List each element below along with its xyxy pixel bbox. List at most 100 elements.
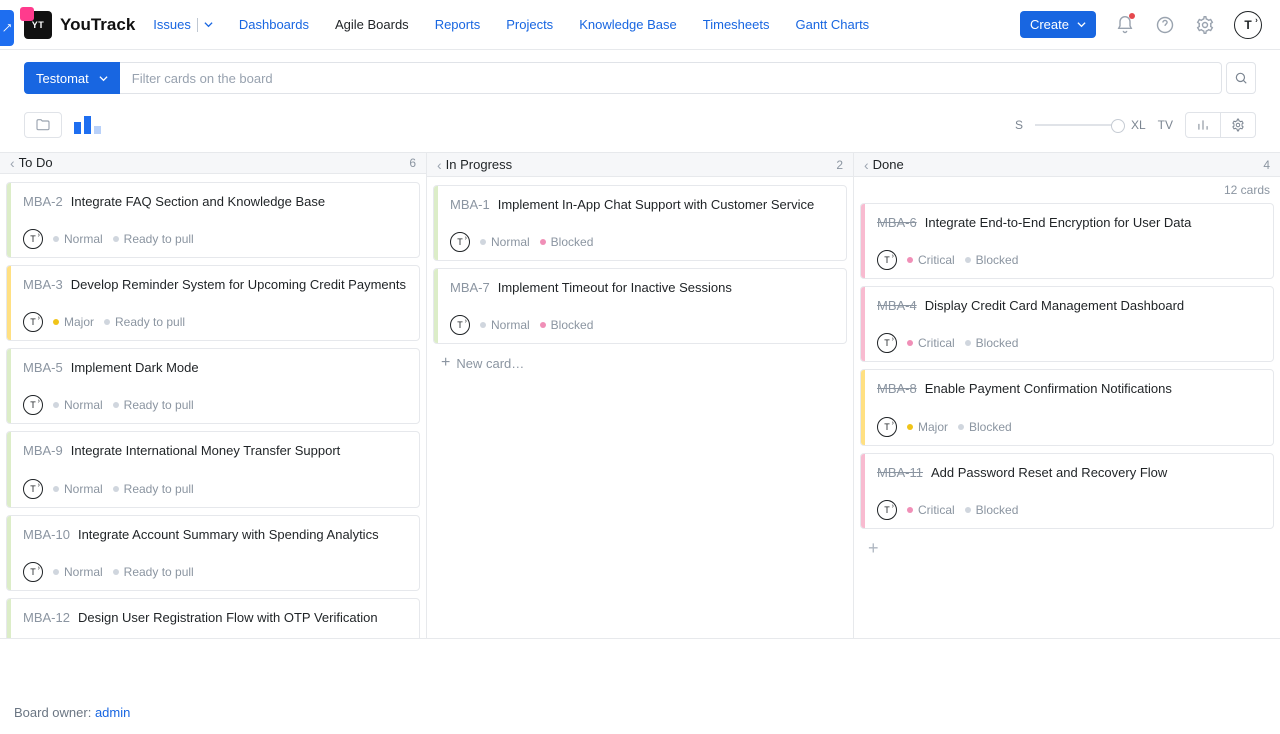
assignee-avatar[interactable]: T (23, 229, 43, 249)
card-id[interactable]: MBA-12 (23, 609, 70, 627)
nav-issues[interactable]: Issues (153, 17, 213, 32)
priority-dot (53, 236, 59, 242)
status-tag[interactable]: Blocked (965, 253, 1019, 267)
bar-chart-icon (1196, 118, 1210, 132)
assignee-avatar[interactable]: T (450, 315, 470, 335)
card[interactable]: MBA-8 Enable Payment Confirmation Notifi… (860, 369, 1274, 445)
size-xl[interactable]: XL (1131, 118, 1146, 132)
user-avatar[interactable]: T (1234, 11, 1262, 39)
filter-input[interactable] (120, 63, 1221, 93)
logo[interactable]: YT YouTrack (24, 11, 135, 39)
card[interactable]: MBA-2 Integrate FAQ Section and Knowledg… (6, 182, 420, 258)
backlog-button[interactable] (24, 112, 62, 138)
status-tag[interactable]: Blocked (958, 420, 1012, 434)
card[interactable]: MBA-6 Integrate End-to-End Encryption fo… (860, 203, 1274, 279)
card[interactable]: MBA-1 Implement In-App Chat Support with… (433, 185, 847, 261)
card[interactable]: MBA-12 Design User Registration Flow wit… (6, 598, 420, 638)
assignee-avatar[interactable]: T (877, 417, 897, 437)
card-id[interactable]: MBA-6 (877, 214, 917, 232)
column-header[interactable]: ‹ To Do 6 (0, 153, 426, 174)
size-s[interactable]: S (1015, 118, 1023, 132)
priority-tag[interactable]: Major (53, 315, 94, 329)
status-tag[interactable]: Blocked (965, 336, 1019, 350)
assignee-avatar[interactable]: T (877, 333, 897, 353)
board-settings-button[interactable] (1220, 113, 1255, 137)
nav-dashboards[interactable]: Dashboards (239, 17, 309, 32)
status-tag[interactable]: Blocked (965, 503, 1019, 517)
priority-tag[interactable]: Critical (907, 336, 955, 350)
column-header[interactable]: ‹ Done 4 (854, 153, 1280, 177)
card[interactable]: MBA-3 Develop Reminder System for Upcomi… (6, 265, 420, 341)
card[interactable]: MBA-10 Integrate Account Summary with Sp… (6, 515, 420, 591)
priority-tag[interactable]: Normal (53, 232, 103, 246)
assignee-avatar[interactable]: T (23, 395, 43, 415)
status-dot (958, 424, 964, 430)
card[interactable]: MBA-4 Display Credit Card Management Das… (860, 286, 1274, 362)
nav-reports[interactable]: Reports (435, 17, 481, 32)
card-id[interactable]: MBA-4 (877, 297, 917, 315)
status-tag[interactable]: Ready to pull (104, 315, 185, 329)
help-icon[interactable] (1154, 14, 1176, 36)
priority-tag[interactable]: Normal (53, 565, 103, 579)
status-dot (540, 322, 546, 328)
assignee-avatar[interactable]: T (450, 232, 470, 252)
status-tag[interactable]: Ready to pull (113, 232, 194, 246)
nav-knowledge-base[interactable]: Knowledge Base (579, 17, 677, 32)
assignee-avatar[interactable]: T (877, 250, 897, 270)
board-owner-link[interactable]: admin (95, 705, 130, 720)
card-title: Implement Timeout for Inactive Sessions (498, 279, 732, 297)
card-id[interactable]: MBA-10 (23, 526, 70, 544)
card-id[interactable]: MBA-5 (23, 359, 63, 377)
card-id[interactable]: MBA-3 (23, 276, 63, 294)
card[interactable]: MBA-7 Implement Timeout for Inactive Ses… (433, 268, 847, 344)
priority-tag[interactable]: Normal (53, 398, 103, 412)
status-tag[interactable]: Ready to pull (113, 482, 194, 496)
search-button[interactable] (1226, 62, 1256, 94)
card[interactable]: MBA-9 Integrate International Money Tran… (6, 431, 420, 507)
card[interactable]: MBA-11 Add Password Reset and Recovery F… (860, 453, 1274, 529)
nav-agile-boards[interactable]: Agile Boards (335, 17, 409, 32)
create-button-label: Create (1030, 17, 1069, 32)
column: ‹ Done 412 cards MBA-6 Integrate End-to-… (853, 153, 1280, 638)
status-tag[interactable]: Blocked (540, 318, 594, 332)
card-id[interactable]: MBA-2 (23, 193, 63, 211)
card-id[interactable]: MBA-8 (877, 380, 917, 398)
nav-gantt-charts[interactable]: Gantt Charts (795, 17, 869, 32)
card-id[interactable]: MBA-1 (450, 196, 490, 214)
notifications-icon[interactable] (1114, 14, 1136, 36)
priority-tag[interactable]: Critical (907, 503, 955, 517)
status-tag[interactable]: Ready to pull (113, 565, 194, 579)
priority-tag[interactable]: Major (907, 420, 948, 434)
new-card-button[interactable]: + New card… (433, 351, 847, 375)
card[interactable]: MBA-5 Implement Dark Mode T Normal Ready… (6, 348, 420, 424)
add-card-button[interactable]: + (860, 536, 1274, 561)
card-id[interactable]: MBA-9 (23, 442, 63, 460)
assignee-avatar[interactable]: T (877, 500, 897, 520)
column-body: MBA-6 Integrate End-to-End Encryption fo… (854, 199, 1280, 567)
create-button[interactable]: Create (1020, 11, 1096, 38)
assignee-avatar[interactable]: T (23, 312, 43, 332)
status-tag[interactable]: Blocked (540, 235, 594, 249)
assignee-avatar[interactable]: T (23, 479, 43, 499)
side-handle[interactable] (0, 10, 14, 46)
board-selector[interactable]: Testomat (24, 62, 120, 94)
card-id[interactable]: MBA-7 (450, 279, 490, 297)
card-title: Implement In-App Chat Support with Custo… (498, 196, 814, 214)
priority-tag[interactable]: Normal (480, 235, 530, 249)
card-size-slider[interactable] (1035, 124, 1119, 126)
priority-tag[interactable]: Critical (907, 253, 955, 267)
status-tag[interactable]: Ready to pull (113, 398, 194, 412)
column-header[interactable]: ‹ In Progress 2 (427, 153, 853, 177)
priority-tag[interactable]: Normal (53, 482, 103, 496)
settings-icon[interactable] (1194, 14, 1216, 36)
card-id[interactable]: MBA-11 (877, 464, 923, 482)
status-label: Blocked (551, 318, 594, 332)
nav-timesheets[interactable]: Timesheets (703, 17, 770, 32)
assignee-avatar[interactable]: T (23, 562, 43, 582)
status-dot (113, 569, 119, 575)
size-tv[interactable]: TV (1158, 118, 1173, 132)
chart-toggle[interactable] (74, 116, 101, 134)
chart-button[interactable] (1186, 113, 1220, 137)
priority-tag[interactable]: Normal (480, 318, 530, 332)
nav-projects[interactable]: Projects (506, 17, 553, 32)
